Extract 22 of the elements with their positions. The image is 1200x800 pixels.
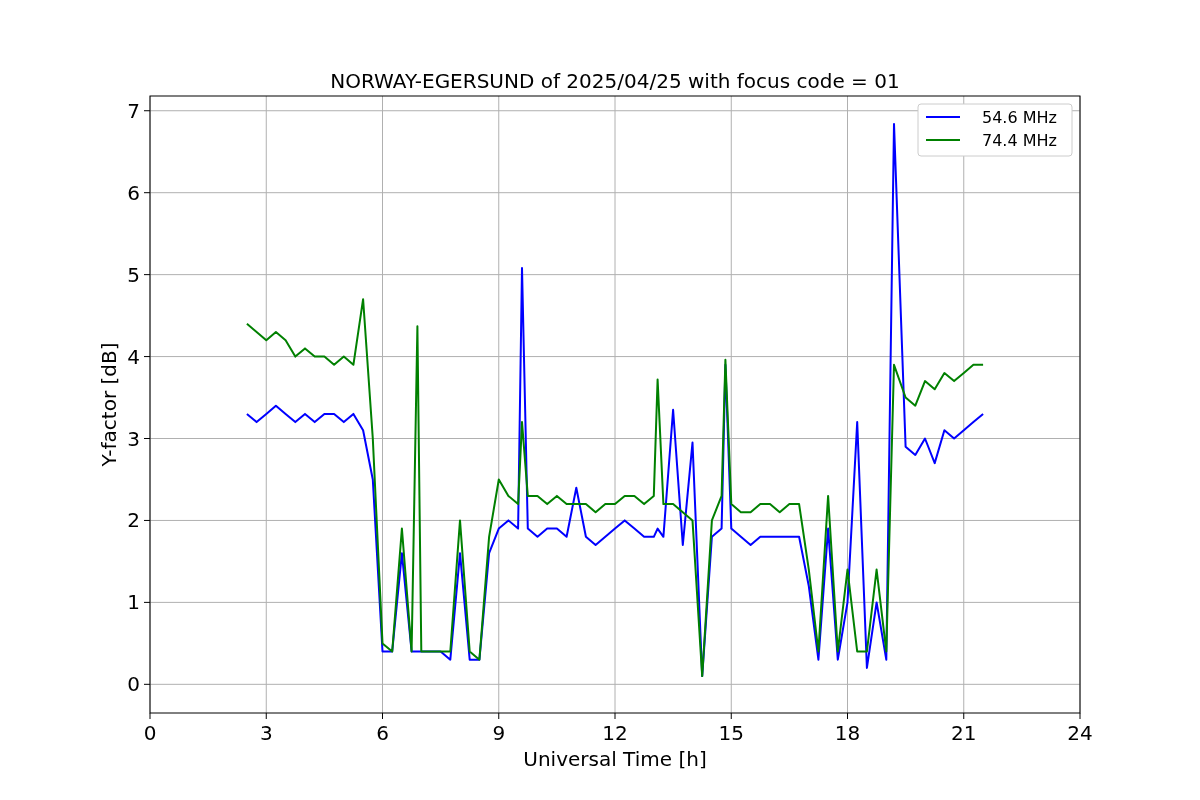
y-tick-label: 2 (127, 508, 140, 533)
y-tick-label: 4 (127, 344, 140, 369)
x-tick-label: 21 (951, 721, 977, 745)
x-tick-label: 9 (492, 721, 506, 745)
y-tick-label: 5 (127, 262, 140, 287)
legend-label: 54.6 MHz (982, 108, 1057, 127)
y-tick-label: 7 (127, 98, 140, 123)
x-tick-label: 0 (143, 721, 157, 745)
x-tick-label: 3 (259, 721, 273, 745)
x-tick-label: 15 (718, 721, 744, 745)
chart-title: NORWAY-EGERSUND of 2025/04/25 with focus code = 01 (330, 69, 900, 93)
y-tick-label: 0 (127, 672, 140, 697)
x-tick-label: 12 (602, 721, 628, 745)
legend-label: 74.4 MHz (982, 131, 1057, 150)
x-tick-label: 6 (376, 721, 389, 745)
x-axis-label: Universal Time [h] (523, 747, 707, 771)
y-axis-label: Y-factor [dB] (97, 342, 121, 467)
x-tick-label: 24 (1067, 721, 1093, 745)
y-tick-label: 1 (127, 590, 140, 615)
y-tick-label: 6 (127, 180, 140, 205)
y-tick-label: 3 (127, 426, 140, 451)
x-tick-label: 18 (834, 721, 861, 745)
